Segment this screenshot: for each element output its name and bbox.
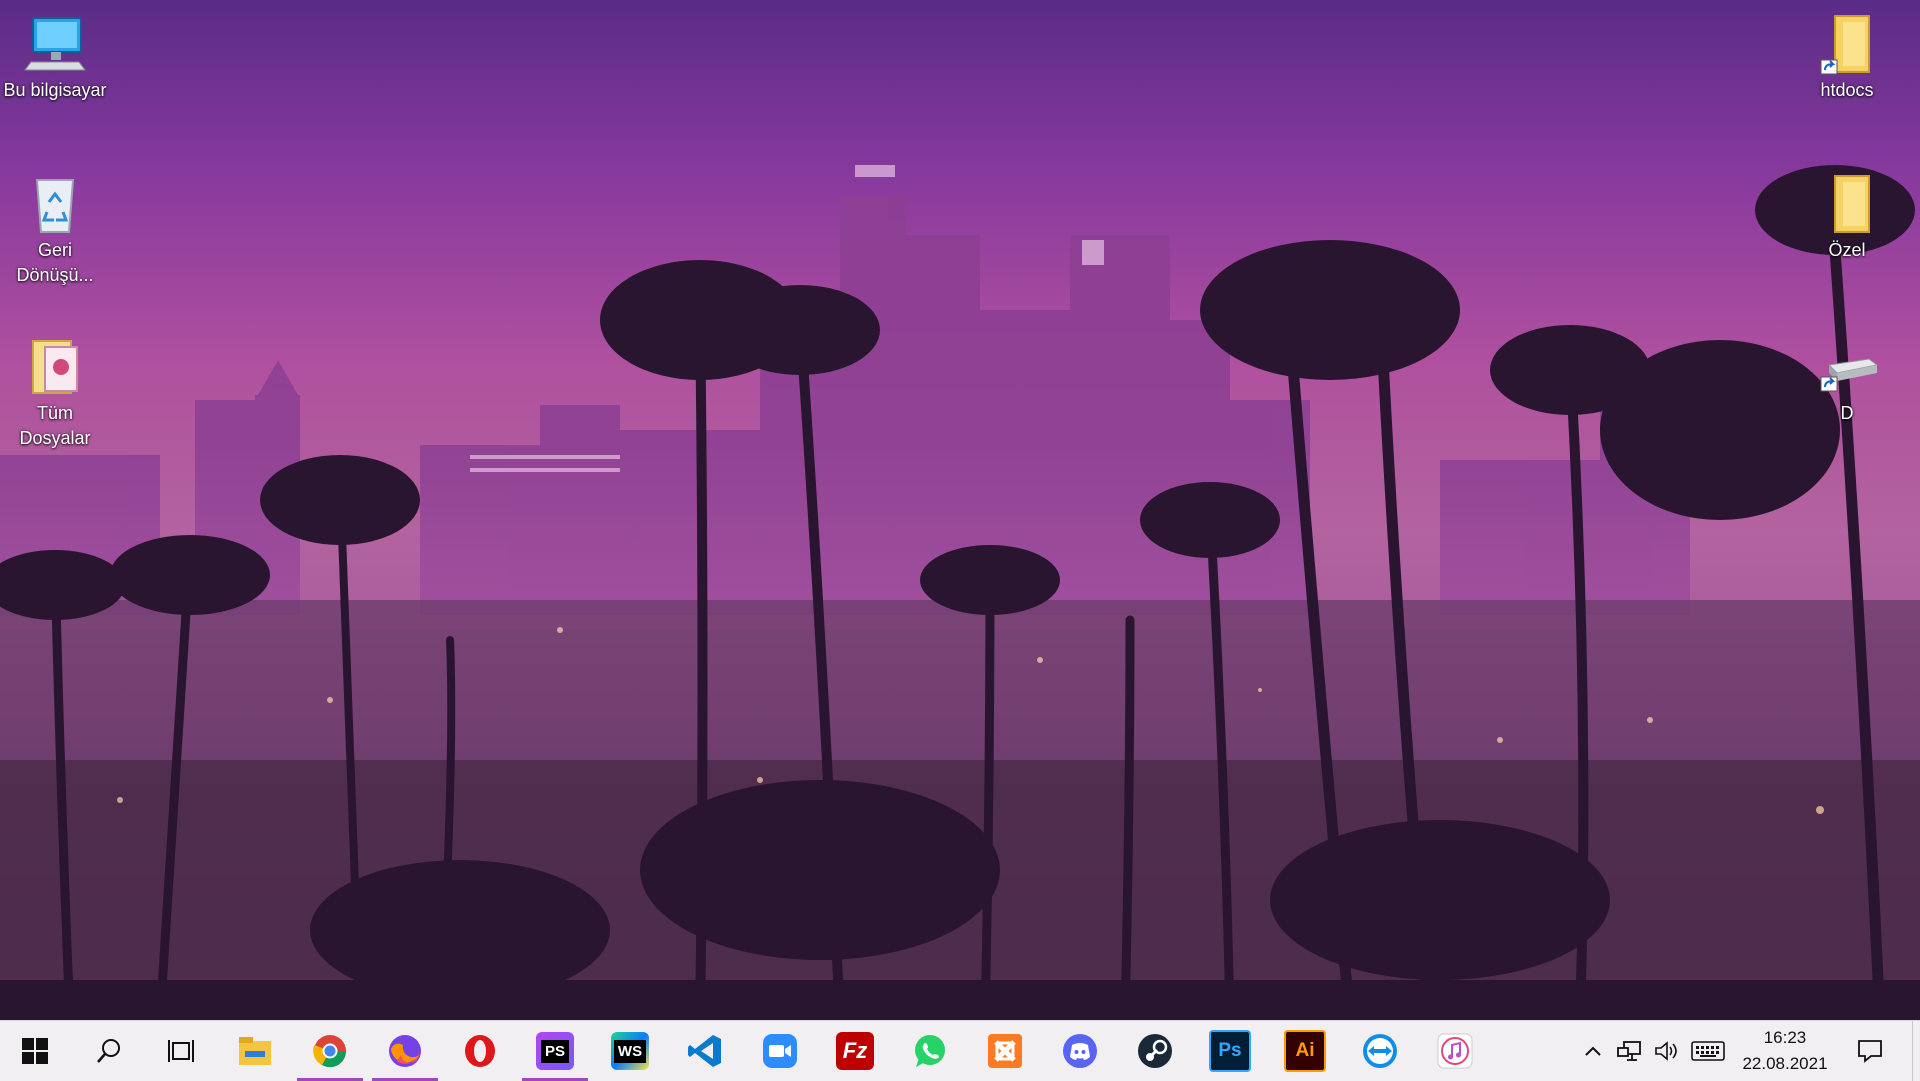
desktop-icon-label: Bu bilgisayar: [3, 80, 107, 100]
show-hidden-icons-button[interactable]: [1578, 1021, 1608, 1081]
clock-time: 16:23: [1763, 1028, 1807, 1047]
search-icon: [97, 1039, 120, 1063]
desktop-wallpaper: [0, 0, 1920, 1020]
taskbar-app-zoom[interactable]: [743, 1021, 817, 1081]
desktop-icon-recycle-bin[interactable]: Geri Dönüşü...: [0, 172, 110, 288]
clock-date: 22.08.2021: [1742, 1054, 1828, 1073]
taskbar-app-teamviewer[interactable]: [1343, 1021, 1417, 1081]
taskbar-app-chrome[interactable]: [293, 1021, 367, 1081]
touch-keyboard-button[interactable]: [1688, 1021, 1728, 1081]
network-icon: [1617, 1041, 1641, 1061]
recycle-bin-icon: [23, 172, 87, 236]
taskbar-app-file-explorer[interactable]: [218, 1021, 292, 1081]
desktop-icon-label: Geri Dönüşü...: [16, 240, 94, 285]
taskbar-app-discord[interactable]: [1043, 1021, 1117, 1081]
show-desktop-button[interactable]: [1912, 1021, 1920, 1081]
volume-button[interactable]: [1650, 1021, 1684, 1081]
taskbar: PS WS Fz Ps Ai 16:23 22.08.2021: [0, 1020, 1920, 1081]
drive-shortcut-icon: [1815, 335, 1879, 399]
notification-icon: [1858, 1040, 1882, 1063]
taskbar-app-xampp[interactable]: [968, 1021, 1042, 1081]
zoom-icon: [763, 1034, 797, 1068]
webstorm-icon: WS: [611, 1032, 649, 1070]
vscode-icon: [688, 1035, 721, 1067]
desktop-icon-label: Özel: [1828, 240, 1866, 260]
chrome-icon: [313, 1035, 347, 1068]
discord-icon: [1063, 1034, 1097, 1068]
search-button[interactable]: [72, 1021, 146, 1081]
phpstorm-icon: PS: [536, 1032, 574, 1070]
taskbar-app-vscode[interactable]: [668, 1021, 742, 1081]
itunes-icon: [1437, 1033, 1473, 1069]
taskbar-app-whatsapp[interactable]: [893, 1021, 967, 1081]
taskbar-app-webstorm[interactable]: WS: [593, 1021, 667, 1081]
folder-icon: [1815, 172, 1879, 236]
taskbar-app-itunes[interactable]: [1418, 1021, 1492, 1081]
wallpaper-scene: [0, 165, 1920, 1020]
steam-icon: [1138, 1034, 1172, 1068]
firefox-icon: [389, 1035, 421, 1067]
opera-icon: [465, 1035, 495, 1067]
illustrator-icon: Ai: [1284, 1030, 1326, 1072]
task-view-button[interactable]: [144, 1021, 218, 1081]
file-explorer-icon: [239, 1037, 271, 1065]
xampp-icon: [988, 1034, 1022, 1068]
desktop-icon-label: Tüm Dosyalar: [19, 403, 91, 448]
taskbar-app-steam[interactable]: [1118, 1021, 1192, 1081]
speaker-icon: [1655, 1041, 1677, 1061]
computer-icon: [23, 12, 87, 76]
desktop-icon-htdocs[interactable]: htdocs: [1792, 12, 1902, 103]
taskbar-app-phpstorm[interactable]: PS: [518, 1021, 592, 1081]
desktop-icon-label: D: [1840, 403, 1854, 423]
keyboard-icon: [1691, 1041, 1725, 1061]
taskbar-clock[interactable]: 16:23 22.08.2021: [1730, 1021, 1840, 1081]
photoshop-icon: Ps: [1209, 1030, 1251, 1072]
filezilla-icon: Fz: [836, 1032, 874, 1070]
folder-shortcut-icon: [1815, 12, 1879, 76]
start-button[interactable]: [0, 1021, 70, 1081]
whatsapp-icon: [915, 1035, 945, 1067]
chevron-up-icon: [1585, 1046, 1601, 1056]
taskbar-app-filezilla[interactable]: Fz: [818, 1021, 892, 1081]
desktop-icon-drive-d[interactable]: D: [1792, 335, 1902, 426]
taskbar-app-opera[interactable]: [443, 1021, 517, 1081]
network-button[interactable]: [1612, 1021, 1646, 1081]
taskbar-app-firefox[interactable]: [368, 1021, 442, 1081]
teamviewer-icon: [1363, 1034, 1397, 1068]
taskbar-app-illustrator[interactable]: Ai: [1268, 1021, 1342, 1081]
desktop-icon-this-pc[interactable]: Bu bilgisayar: [0, 12, 110, 103]
taskbar-app-photoshop[interactable]: Ps: [1193, 1021, 1267, 1081]
desktop-icon-ozel[interactable]: Özel: [1792, 172, 1902, 263]
action-center-button[interactable]: [1850, 1021, 1890, 1081]
desktop-icon-all-files[interactable]: Tüm Dosyalar: [0, 335, 110, 451]
windows-icon: [22, 1038, 48, 1064]
task-view-icon: [168, 1040, 194, 1062]
folder-documents-icon: [23, 335, 87, 399]
desktop-icon-label: htdocs: [1820, 80, 1874, 100]
